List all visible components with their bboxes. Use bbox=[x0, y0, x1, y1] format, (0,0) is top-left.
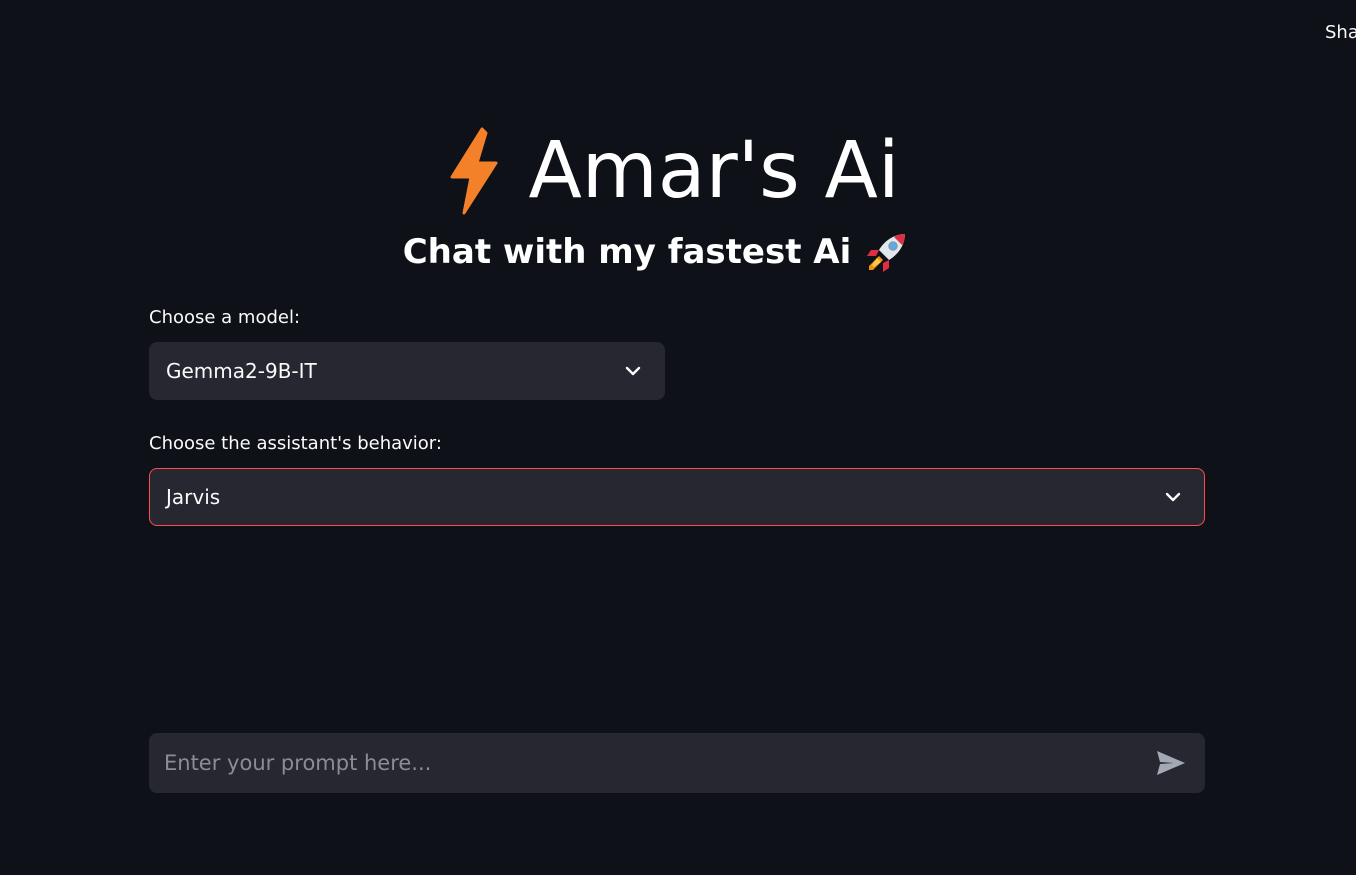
share-button[interactable]: Sha bbox=[1325, 22, 1356, 43]
lightning-bolt-icon bbox=[450, 127, 498, 215]
behavior-select-label: Choose the assistant's behavior: bbox=[149, 433, 442, 454]
model-select-label: Choose a model: bbox=[149, 307, 301, 328]
title-text: Amar's Ai bbox=[528, 126, 900, 216]
model-select-value: Gemma2-9B-IT bbox=[166, 359, 317, 383]
behavior-select[interactable]: Jarvis bbox=[149, 468, 1205, 526]
behavior-select-value: Jarvis bbox=[166, 485, 221, 509]
chevron-down-icon bbox=[1165, 492, 1181, 502]
page-subtitle: Chat with my fastest Ai bbox=[0, 226, 1312, 278]
chat-prompt-input[interactable] bbox=[162, 750, 1151, 776]
model-select[interactable]: Gemma2-9B-IT bbox=[149, 342, 665, 400]
chevron-down-icon bbox=[625, 366, 641, 376]
app-page: Sha Amar's Ai Chat with my fastest Ai Ch… bbox=[0, 0, 1356, 875]
subtitle-text: Chat with my fastest Ai bbox=[402, 232, 852, 272]
send-icon bbox=[1157, 751, 1185, 775]
page-title: Amar's Ai bbox=[0, 122, 1356, 220]
send-button[interactable] bbox=[1151, 743, 1191, 783]
rocket-icon bbox=[867, 234, 906, 272]
chat-input-bar bbox=[149, 733, 1205, 793]
